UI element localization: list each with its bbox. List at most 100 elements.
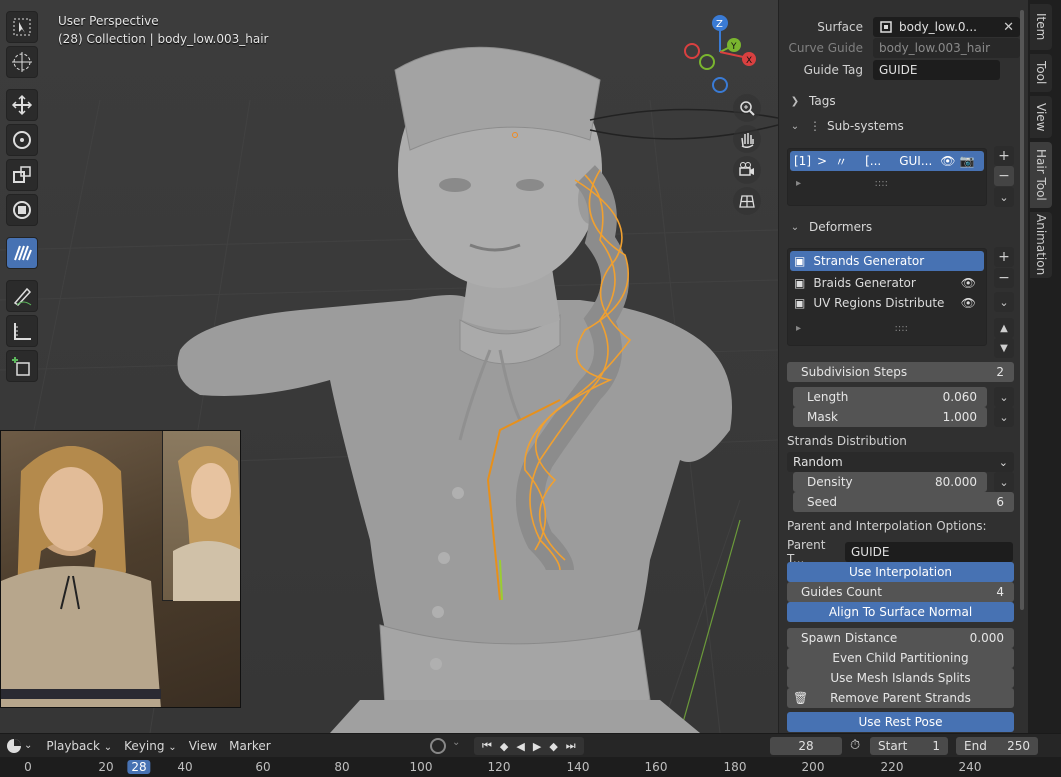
- surface-field[interactable]: body_low.0... ✕: [873, 17, 1020, 37]
- seed-value: 6: [996, 495, 1004, 509]
- camera-icon[interactable]: [733, 156, 761, 184]
- grid-projection-icon[interactable]: [733, 187, 761, 215]
- subsystems-panel-header[interactable]: ⌄ ⋮ Sub-systems: [787, 115, 1020, 137]
- tags-panel-header[interactable]: ❯ Tags: [787, 90, 1020, 112]
- select-box-icon[interactable]: [6, 11, 38, 43]
- camera-render-icon[interactable]: 📷: [960, 154, 975, 168]
- view-menu[interactable]: View: [189, 739, 217, 753]
- marker-menu[interactable]: Marker: [229, 739, 270, 753]
- cursor-icon[interactable]: [6, 46, 38, 78]
- playhead-frame[interactable]: 28: [127, 760, 151, 774]
- use-interpolation-toggle[interactable]: Use Interpolation: [787, 562, 1014, 582]
- mask-menu-button[interactable]: ⌄: [994, 407, 1014, 427]
- editor-type-icon[interactable]: ⌄: [6, 738, 32, 754]
- autokey-record-icon[interactable]: [430, 738, 446, 754]
- move-down-button[interactable]: ▼: [994, 338, 1014, 358]
- clear-surface-icon[interactable]: ✕: [1003, 20, 1014, 35]
- sidebar-scrollbar[interactable]: [1020, 10, 1024, 610]
- density-menu-button[interactable]: ⌄: [994, 472, 1014, 492]
- tab-animation[interactable]: Animation: [1030, 212, 1052, 278]
- scale-icon[interactable]: [6, 159, 38, 191]
- ruler-tick: 120: [487, 760, 511, 774]
- remove-parent-strands-button[interactable]: 🗑 Remove Parent Strands: [787, 688, 1014, 708]
- tab-tool[interactable]: Tool: [1030, 54, 1052, 92]
- subdivision-steps-field[interactable]: Subdivision Steps 2: [787, 362, 1014, 382]
- deformer-menu-button[interactable]: ⌄: [994, 292, 1014, 312]
- play-reverse-icon[interactable]: ◀: [516, 740, 524, 753]
- subsystem-menu-button[interactable]: ⌄: [994, 187, 1014, 207]
- deformer-item-strands-generator[interactable]: ▣ Strands Generator: [790, 251, 984, 271]
- use-rest-pose-toggle[interactable]: Use Rest Pose: [787, 712, 1014, 732]
- mesh-islands-splits-toggle[interactable]: Use Mesh Islands Splits: [787, 668, 1014, 688]
- seed-field[interactable]: Seed 6: [793, 492, 1014, 512]
- 3d-viewport[interactable]: User Perspective (28) Collection | body_…: [0, 0, 778, 733]
- play-icon[interactable]: ▶: [533, 740, 541, 753]
- add-deformer-button[interactable]: +: [994, 247, 1014, 267]
- jump-end-icon[interactable]: ⏭: [566, 739, 576, 753]
- jump-start-icon[interactable]: ⏮: [482, 739, 492, 753]
- density-field[interactable]: Density 80.000: [793, 472, 987, 492]
- distribution-mode-dropdown[interactable]: Random ⌄: [787, 452, 1014, 472]
- remove-subsystem-button[interactable]: −: [994, 166, 1014, 186]
- curve-guide-field: body_low.003_hair: [873, 38, 1020, 58]
- zoom-icon[interactable]: [733, 94, 761, 122]
- deformers-list[interactable]: ▣ Strands Generator ▣ Braids Generator 👁…: [787, 248, 987, 346]
- deformer-item-braids-generator[interactable]: ▣ Braids Generator 👁: [790, 273, 984, 293]
- frame-ruler[interactable]: 0 20 28 40 60 80 100 120 140 160 180 200…: [0, 757, 1061, 777]
- guide-tag-field[interactable]: GUIDE: [873, 60, 1000, 80]
- expand-list-icon[interactable]: ▸: [796, 178, 801, 189]
- stopwatch-icon[interactable]: ⏱: [850, 738, 860, 753]
- spawn-distance-field[interactable]: Spawn Distance 0.000: [787, 628, 1014, 648]
- expand-list-icon[interactable]: ▸: [796, 323, 801, 334]
- even-child-partitioning-toggle[interactable]: Even Child Partitioning: [787, 648, 1014, 668]
- rotate-icon[interactable]: [6, 124, 38, 156]
- add-cube-icon[interactable]: [6, 350, 38, 382]
- eye-icon[interactable]: 👁: [940, 154, 955, 168]
- chevron-down-icon: ⌄: [999, 295, 1009, 309]
- ruler-tick: 100: [409, 760, 433, 774]
- tab-view[interactable]: View: [1030, 96, 1052, 138]
- playback-menu[interactable]: Playback ⌄: [46, 739, 112, 753]
- guide-tag-row: Guide Tag GUIDE: [787, 60, 1020, 80]
- ruler-tick: 40: [177, 760, 193, 774]
- drag-handle-icon[interactable]: ⋮: [809, 119, 821, 133]
- align-surface-normal-toggle[interactable]: Align To Surface Normal: [787, 602, 1014, 622]
- measure-icon[interactable]: [6, 315, 38, 347]
- hair-comb-icon[interactable]: [6, 237, 38, 269]
- subsystems-list[interactable]: [1] > 〃 [... GUI... 👁 📷 ▸ ::::: [787, 148, 987, 206]
- end-frame-field[interactable]: End 250: [956, 737, 1038, 755]
- eye-icon[interactable]: 👁: [961, 276, 976, 290]
- pan-hand-icon[interactable]: [733, 125, 761, 153]
- remove-deformer-button[interactable]: −: [994, 268, 1014, 288]
- list-resize-handle-icon[interactable]: ::::: [895, 323, 908, 334]
- start-frame-field[interactable]: Start 1: [870, 737, 948, 755]
- deformers-panel-header[interactable]: ⌄ Deformers: [787, 216, 1020, 238]
- triangle-down-icon: ▼: [1000, 342, 1008, 354]
- current-frame-field[interactable]: 28: [770, 737, 842, 755]
- transform-icon[interactable]: [6, 194, 38, 226]
- eye-icon[interactable]: 👁: [961, 296, 976, 310]
- subsystem-index: [1]: [794, 154, 811, 168]
- move-icon[interactable]: [6, 89, 38, 121]
- subsystem-item[interactable]: [1] > 〃 [... GUI... 👁 📷: [790, 151, 984, 171]
- deformer-item-uv-regions-distribute[interactable]: ▣ UV Regions Distribute 👁: [790, 293, 984, 313]
- length-menu-button[interactable]: ⌄: [994, 387, 1014, 407]
- guides-count-field[interactable]: Guides Count 4: [787, 582, 1014, 602]
- parent-tag-row: Parent T... GUIDE: [787, 538, 1013, 566]
- prev-keyframe-icon[interactable]: ◆: [500, 740, 508, 753]
- mask-field[interactable]: Mask 1.000: [793, 407, 987, 427]
- move-up-button[interactable]: ▲: [994, 318, 1014, 338]
- chevron-down-icon: ⌄: [998, 455, 1008, 469]
- parent-tag-field[interactable]: GUIDE: [845, 542, 1013, 562]
- length-field[interactable]: Length 0.060: [793, 387, 987, 407]
- navigation-gizmo[interactable]: Z Y X: [680, 12, 770, 102]
- tab-item[interactable]: Item: [1030, 4, 1052, 50]
- add-subsystem-button[interactable]: +: [994, 146, 1014, 166]
- list-resize-handle-icon[interactable]: ::::: [875, 178, 888, 189]
- annotate-icon[interactable]: [6, 280, 38, 312]
- reference-image: [0, 430, 241, 708]
- start-label: Start: [878, 739, 908, 753]
- keying-menu[interactable]: Keying ⌄: [124, 739, 177, 753]
- tab-hair-tool[interactable]: Hair Tool: [1030, 142, 1052, 208]
- next-keyframe-icon[interactable]: ◆: [549, 740, 557, 753]
